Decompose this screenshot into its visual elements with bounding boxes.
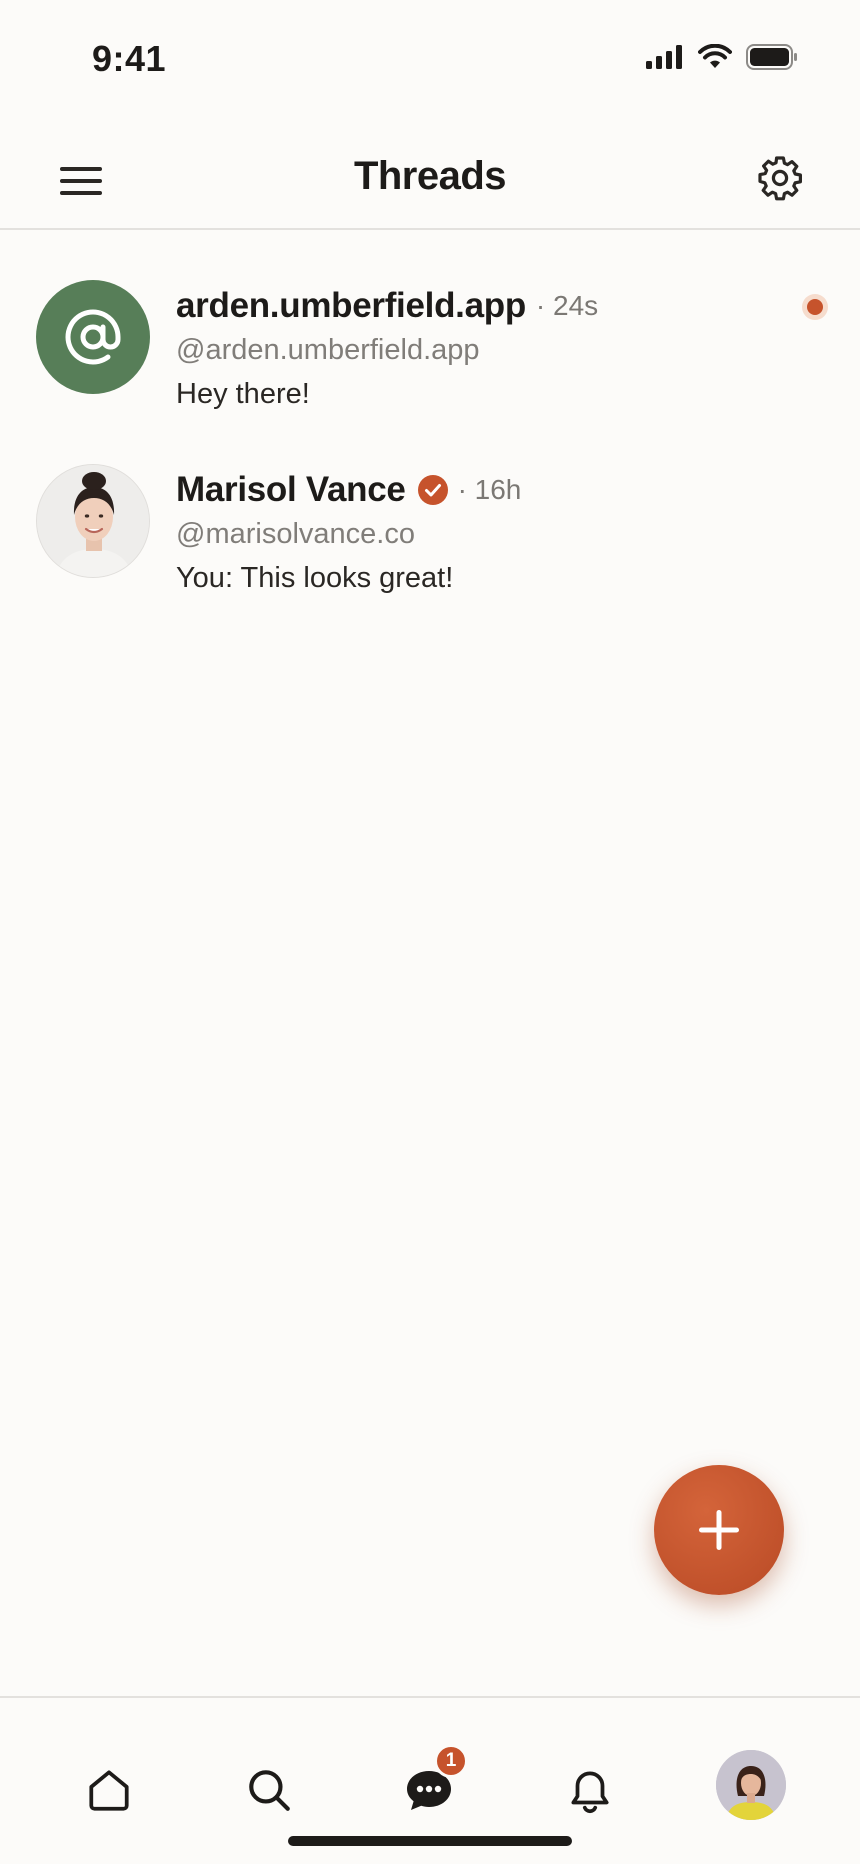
settings-button[interactable] bbox=[752, 150, 808, 206]
thread-text: Marisol Vance · 16h @marisolvance.co You… bbox=[176, 468, 800, 600]
tab-notifications[interactable] bbox=[558, 1758, 622, 1822]
thread-list: arden.umberfield.app · 24s @arden.umberf… bbox=[0, 232, 860, 600]
unread-indicator bbox=[802, 294, 828, 320]
profile-photo bbox=[37, 465, 149, 577]
page-title: Threads bbox=[353, 154, 507, 198]
thread-timestamp: · 16h bbox=[457, 474, 522, 505]
profile-avatar bbox=[716, 1750, 786, 1820]
messages-badge: 1 bbox=[434, 1744, 468, 1778]
tab-profile[interactable] bbox=[716, 1750, 786, 1820]
home-icon bbox=[89, 1770, 129, 1811]
signal-icon bbox=[646, 45, 682, 69]
home-indicator bbox=[288, 1836, 572, 1846]
status-bar: 9:41 bbox=[0, 0, 860, 120]
bell-icon bbox=[571, 1771, 609, 1814]
avatar bbox=[36, 464, 150, 578]
plus-icon bbox=[699, 1510, 739, 1550]
thread-text: arden.umberfield.app · 24s @arden.umberf… bbox=[176, 284, 800, 416]
thread-preview: Hey there! bbox=[176, 378, 310, 410]
battery-icon bbox=[746, 44, 797, 70]
verified-badge-icon bbox=[417, 475, 448, 505]
thread-row[interactable]: Marisol Vance · 16h @marisolvance.co You… bbox=[0, 416, 860, 600]
gear-icon bbox=[758, 156, 802, 201]
new-thread-button[interactable] bbox=[654, 1465, 784, 1595]
thread-timestamp: · 24s bbox=[535, 290, 599, 321]
thread-handle: @arden.umberfield.app bbox=[176, 334, 480, 366]
thread-preview: You: This looks great! bbox=[176, 562, 454, 594]
thread-handle: @marisolvance.co bbox=[176, 518, 415, 550]
header: Threads bbox=[0, 130, 860, 230]
wifi-icon bbox=[698, 44, 732, 68]
status-icons bbox=[646, 44, 798, 70]
tab-home[interactable] bbox=[77, 1758, 141, 1822]
thread-row[interactable]: arden.umberfield.app · 24s @arden.umberf… bbox=[0, 232, 860, 416]
search-icon bbox=[249, 1770, 290, 1811]
status-time: 9:41 bbox=[92, 38, 167, 79]
thread-name: arden.umberfield.app bbox=[176, 286, 526, 325]
tab-search[interactable] bbox=[237, 1758, 301, 1822]
tab-messages[interactable]: 1 bbox=[397, 1744, 468, 1822]
avatar bbox=[36, 280, 150, 394]
thread-name: Marisol Vance bbox=[176, 470, 406, 509]
at-sign-icon bbox=[65, 309, 121, 365]
